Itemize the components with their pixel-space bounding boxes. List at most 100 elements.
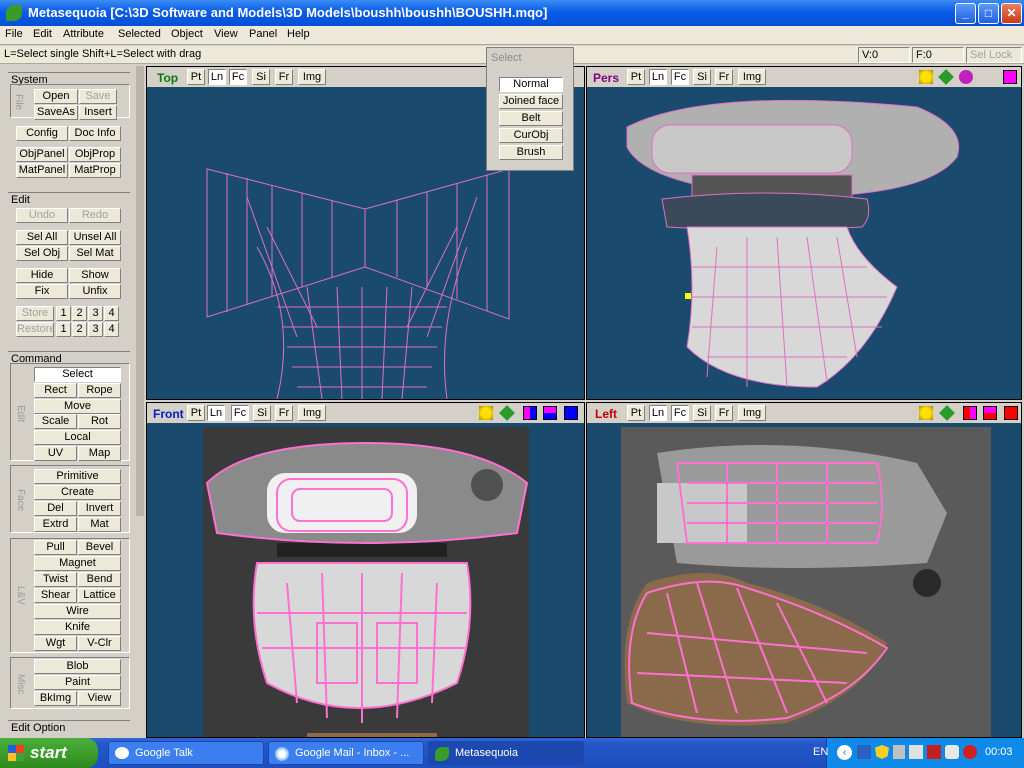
pull-button[interactable]: Pull [34,540,77,555]
maximize-button[interactable]: □ [978,3,999,24]
menu-selected[interactable]: Selected [118,28,161,40]
battery-icon[interactable] [893,745,905,759]
unsel-all-button[interactable]: Unsel All [69,230,121,245]
objpanel-button[interactable]: ObjPanel [16,147,68,162]
show-button[interactable]: Show [69,268,121,283]
left-ln-toggle[interactable]: Ln [649,405,667,421]
map-button[interactable]: Map [78,446,121,461]
menu-help[interactable]: Help [287,28,310,40]
select-mode-brush[interactable]: Brush [499,145,563,160]
top-fc-toggle[interactable]: Fc [229,69,247,85]
matprop-button[interactable]: MatProp [69,163,121,178]
store-slot-4[interactable]: 4 [104,306,119,321]
title-bar[interactable]: Metasequoia [C:\3D Software and Models\3… [0,0,1024,26]
security-shield-icon[interactable] [875,745,889,759]
front-img-toggle[interactable]: Img [298,405,326,421]
select-mode-curobj[interactable]: CurObj [499,128,563,143]
bend-button[interactable]: Bend [78,572,121,587]
task-google-mail[interactable]: Google Mail - Inbox - ... [268,741,424,765]
left-view-a-icon[interactable] [963,406,977,420]
command-header[interactable]: Command [8,351,130,365]
magnet-button[interactable]: Magnet [34,556,121,571]
pers-pt-toggle[interactable]: Pt [627,69,645,85]
create-button[interactable]: Create [34,485,121,500]
pers-fc-toggle[interactable]: Fc [671,69,689,85]
front-view-c-icon[interactable] [564,406,578,420]
config-button[interactable]: Config [16,126,68,141]
redo-button[interactable]: Redo [69,208,121,223]
lattice-button[interactable]: Lattice [78,588,121,603]
shear-button[interactable]: Shear [34,588,77,603]
docinfo-button[interactable]: Doc Info [69,126,121,141]
close-button[interactable]: ✕ [1001,3,1022,24]
edit-header[interactable]: Edit [8,192,130,206]
bkimg-button[interactable]: BkImg [34,691,77,706]
mat-button[interactable]: Mat [78,517,121,532]
store-slot-2[interactable]: 2 [72,306,87,321]
invert-button[interactable]: Invert [78,501,121,516]
restore-slot-2[interactable]: 2 [72,322,87,337]
front-pt-toggle[interactable]: Pt [187,405,205,421]
start-button[interactable]: start [0,738,98,768]
store-slot-1[interactable]: 1 [56,306,71,321]
tray-app-icon[interactable] [945,745,959,759]
left-fr-toggle[interactable]: Fr [715,405,733,421]
top-fr-toggle[interactable]: Fr [275,69,293,85]
left-fc-toggle[interactable]: Fc [671,405,689,421]
front-ln-toggle[interactable]: Ln [207,405,225,421]
matpanel-button[interactable]: MatPanel [16,163,68,178]
volume-icon[interactable] [909,745,923,759]
front-view-a-icon[interactable] [523,406,537,420]
left-pt-toggle[interactable]: Pt [627,405,645,421]
rope-button[interactable]: Rope [78,383,121,398]
edit-option-header[interactable]: Edit Option [8,720,130,734]
front-zoom-icon[interactable] [479,406,493,420]
view-button[interactable]: View [78,691,121,706]
rotate-icon[interactable] [959,70,973,84]
wgt-button[interactable]: Wgt [34,636,77,651]
task-metasequoia[interactable]: Metasequoia [428,741,584,765]
left-img-toggle[interactable]: Img [738,405,766,421]
viewport-front[interactable]: Front Pt Ln Fc Si Fr Img [146,402,585,738]
fix-button[interactable]: Fix [16,284,68,299]
sel-lock-button[interactable]: Sel Lock [966,47,1022,63]
top-pt-toggle[interactable]: Pt [187,69,205,85]
top-ln-toggle[interactable]: Ln [208,69,226,85]
pers-fr-toggle[interactable]: Fr [715,69,733,85]
sel-obj-button[interactable]: Sel Obj [16,246,68,261]
top-img-toggle[interactable]: Img [298,69,326,85]
blob-button[interactable]: Blob [34,659,121,674]
menu-attribute[interactable]: Attribute [63,28,104,40]
menu-file[interactable]: File [5,28,23,40]
vclr-button[interactable]: V-Clr [78,636,121,651]
save-button[interactable]: Save [79,89,117,104]
extrd-button[interactable]: Extrd [34,517,77,532]
front-fr-toggle[interactable]: Fr [275,405,293,421]
select-mode-joined-face[interactable]: Joined face [499,94,563,109]
store-button[interactable]: Store [16,306,54,321]
pers-ln-toggle[interactable]: Ln [649,69,667,85]
rect-button[interactable]: Rect [34,383,77,398]
primitive-button[interactable]: Primitive [34,469,121,484]
restore-slot-3[interactable]: 3 [88,322,103,337]
left-zoom-icon[interactable] [919,406,933,420]
select-mode-belt[interactable]: Belt [499,111,563,126]
pers-si-toggle[interactable]: Si [693,69,711,85]
left-view-c-icon[interactable] [1004,406,1018,420]
menu-panel[interactable]: Panel [249,28,277,40]
paint-button[interactable]: Paint [34,675,121,690]
bevel-button[interactable]: Bevel [78,540,121,555]
left-view-b-icon[interactable] [983,406,997,420]
left-pan-icon[interactable] [939,405,955,421]
del-button[interactable]: Del [34,501,77,516]
hide-button[interactable]: Hide [16,268,68,283]
scale-button[interactable]: Scale [34,414,77,429]
color-swatch-icon[interactable] [1003,70,1017,84]
front-fc-toggle[interactable]: Fc [231,405,249,421]
insert-button[interactable]: Insert [79,105,117,120]
saveas-button[interactable]: SaveAs [34,105,78,120]
front-pan-icon[interactable] [499,405,515,421]
select-button[interactable]: Select [34,367,121,382]
language-indicator[interactable]: EN [813,746,828,758]
network-icon[interactable] [857,745,871,759]
